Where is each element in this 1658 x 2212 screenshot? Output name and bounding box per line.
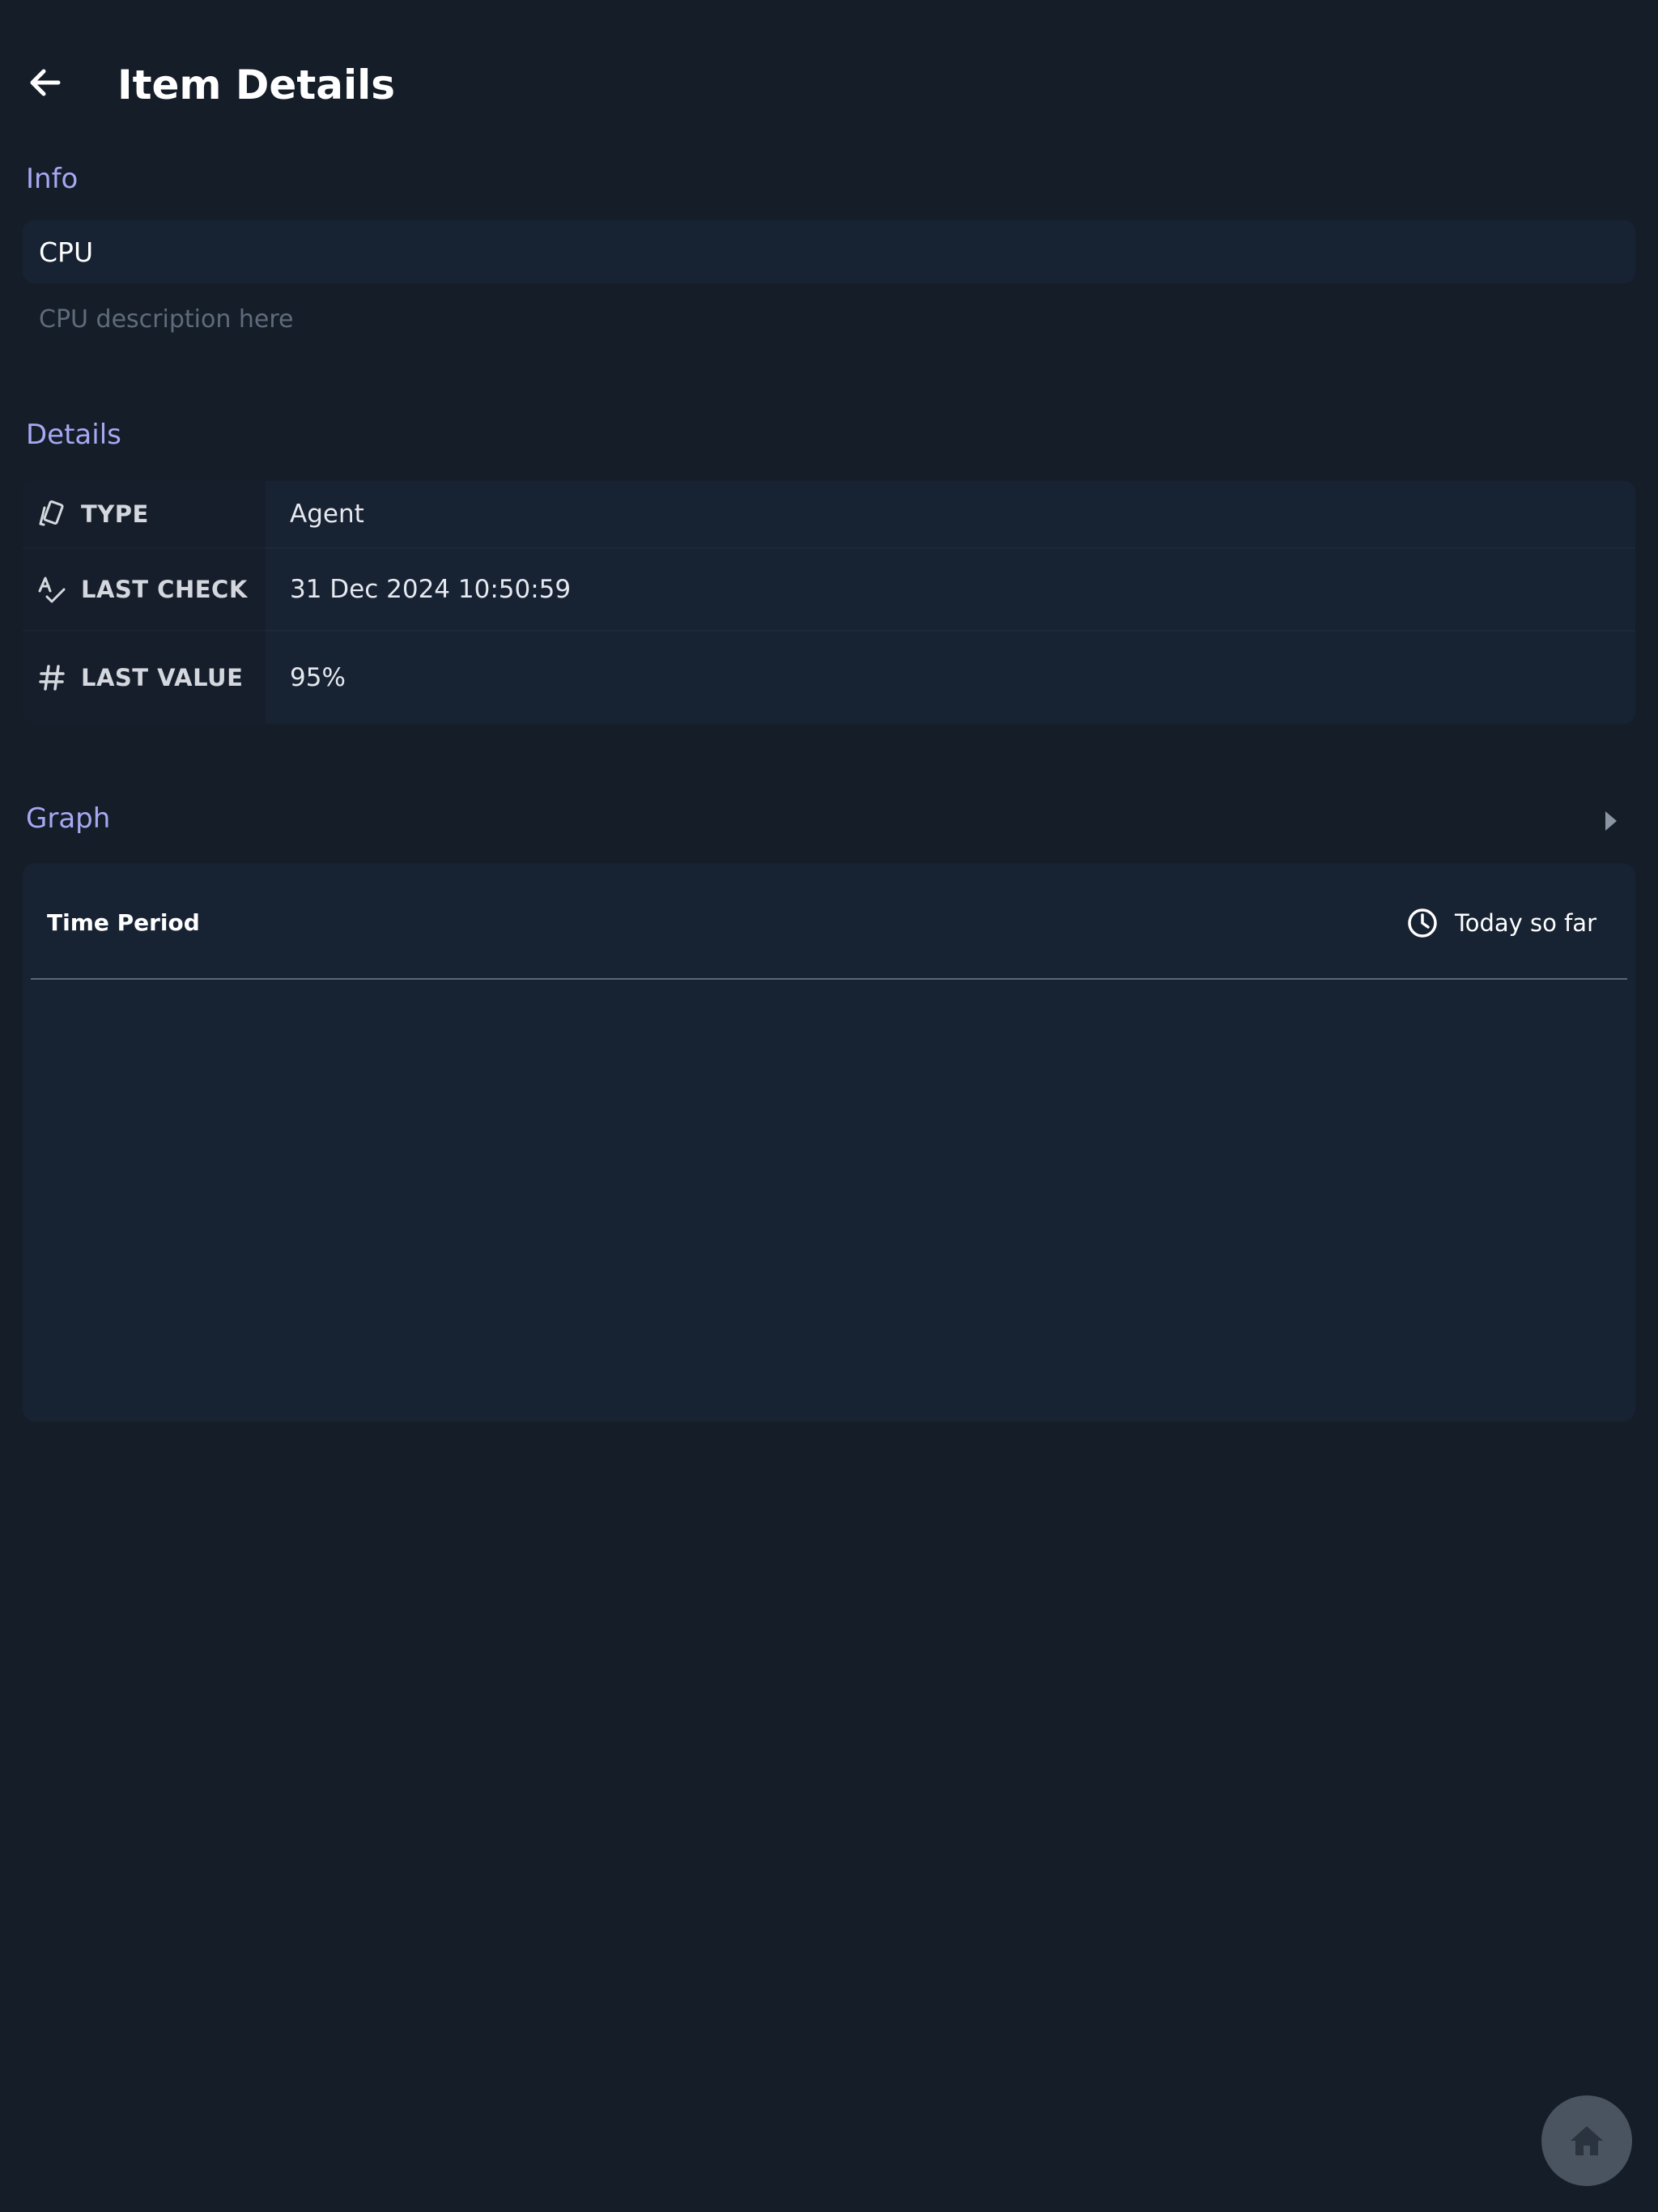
details-heading: Details: [26, 419, 121, 451]
time-period-value: Today so far: [1454, 909, 1596, 937]
details-value: 95%: [290, 663, 346, 692]
home-icon: [1571, 2126, 1603, 2155]
details-row-last-check: LAST CHECK 31 Dec 2024 10:50:59: [23, 549, 1635, 630]
details-label: LAST CHECK: [81, 576, 248, 603]
clock-icon: [1408, 908, 1437, 938]
graph-area: [31, 981, 1627, 1402]
graph-expand-toggle[interactable]: [1595, 805, 1627, 837]
item-name-text: CPU: [39, 236, 94, 268]
item-description: CPU description here: [39, 305, 294, 334]
details-row-type: TYPE Agent: [23, 481, 1635, 547]
arrow-left-icon: [30, 69, 61, 96]
app-header: Item Details: [0, 0, 1658, 154]
caret-right-icon: [1605, 811, 1617, 831]
home-button[interactable]: [1541, 2095, 1632, 2186]
graph-card: Time Period Today so far: [23, 863, 1635, 1422]
graph-divider: [31, 978, 1627, 980]
page-title: Item Details: [117, 62, 396, 108]
time-period-selector[interactable]: Today so far: [1406, 902, 1596, 944]
details-label-cell: TYPE: [23, 481, 266, 547]
details-label-cell: LAST VALUE: [23, 632, 266, 724]
details-table: TYPE Agent LAST CHECK 31 Dec 2024 10:50:…: [23, 481, 1635, 724]
hash-icon: [39, 665, 65, 691]
item-name-field[interactable]: CPU: [23, 220, 1635, 283]
tag-cards-icon: [39, 500, 64, 526]
graph-heading: Graph: [26, 802, 111, 835]
info-heading: Info: [26, 163, 79, 195]
back-button[interactable]: [19, 57, 71, 108]
details-label: TYPE: [81, 500, 149, 528]
details-row-last-value: LAST VALUE 95%: [23, 632, 1635, 724]
details-label-cell: LAST CHECK: [23, 549, 266, 630]
time-period-label: Time Period: [47, 909, 200, 936]
details-value: Agent: [290, 500, 364, 529]
details-label: LAST VALUE: [81, 664, 244, 691]
check-signature-icon: [38, 576, 66, 603]
details-value: 31 Dec 2024 10:50:59: [290, 575, 572, 604]
